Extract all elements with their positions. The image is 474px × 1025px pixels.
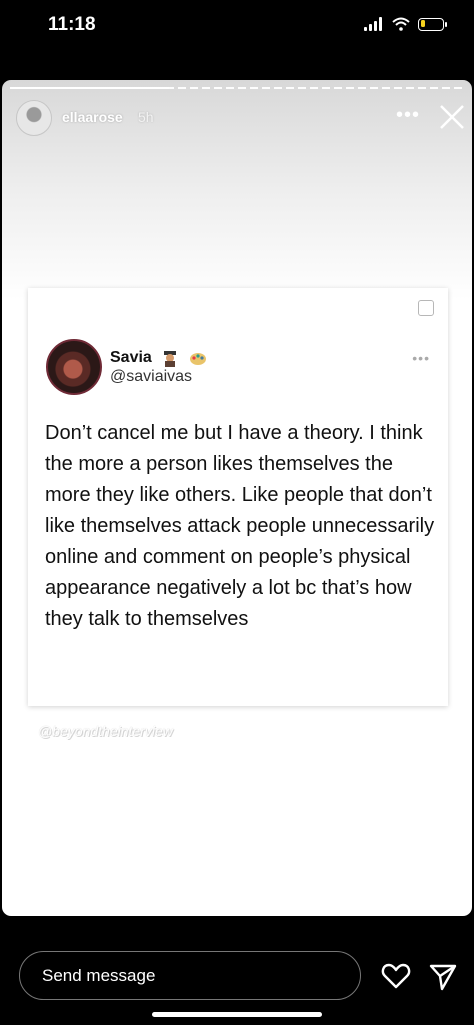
story-progress-bar <box>10 87 464 89</box>
emoji-icon <box>189 353 206 365</box>
cellular-signal-icon <box>364 17 382 31</box>
tweet-more-icon: ••• <box>412 350 430 366</box>
emoji-icon <box>164 351 177 367</box>
tweet-author-name-text: Savia <box>110 349 152 367</box>
tweet-author-handle: @saviaivas <box>110 368 193 385</box>
tweet-card: Savia @saviaivas ••• Don’t cancel me but… <box>28 288 448 706</box>
more-options-icon[interactable]: ••• <box>396 104 420 127</box>
send-message-placeholder: Send message <box>42 966 156 985</box>
tweet-text: Don’t cancel me but I have a theory. I t… <box>45 422 435 630</box>
story-header: ellaarose 5h ••• <box>16 100 466 138</box>
status-time: 11:18 <box>48 14 96 35</box>
battery-level-fill <box>420 20 425 27</box>
wifi-icon <box>392 17 410 31</box>
battery-cap <box>445 21 447 27</box>
story-username[interactable]: ellaarose <box>62 109 123 125</box>
close-icon[interactable] <box>438 103 466 131</box>
story-timestamp: 5h <box>138 109 154 125</box>
heart-icon[interactable] <box>381 961 411 991</box>
status-bar: 11:18 <box>0 0 474 60</box>
story-progress-fill <box>10 87 169 89</box>
battery-icon <box>418 17 447 31</box>
watermark: @beyondtheinterview <box>38 723 173 739</box>
checkbox-icon <box>418 300 434 316</box>
home-indicator <box>152 1012 322 1017</box>
send-message-input[interactable]: Send message <box>19 951 361 1000</box>
tweet-author-name: Savia <box>110 349 207 367</box>
tweet-avatar <box>46 339 102 395</box>
avatar[interactable] <box>16 100 52 136</box>
story-view[interactable]: ellaarose 5h ••• Savia @saviaivas ••• Do… <box>2 80 472 916</box>
status-icons <box>364 17 447 31</box>
send-icon[interactable] <box>428 962 458 992</box>
